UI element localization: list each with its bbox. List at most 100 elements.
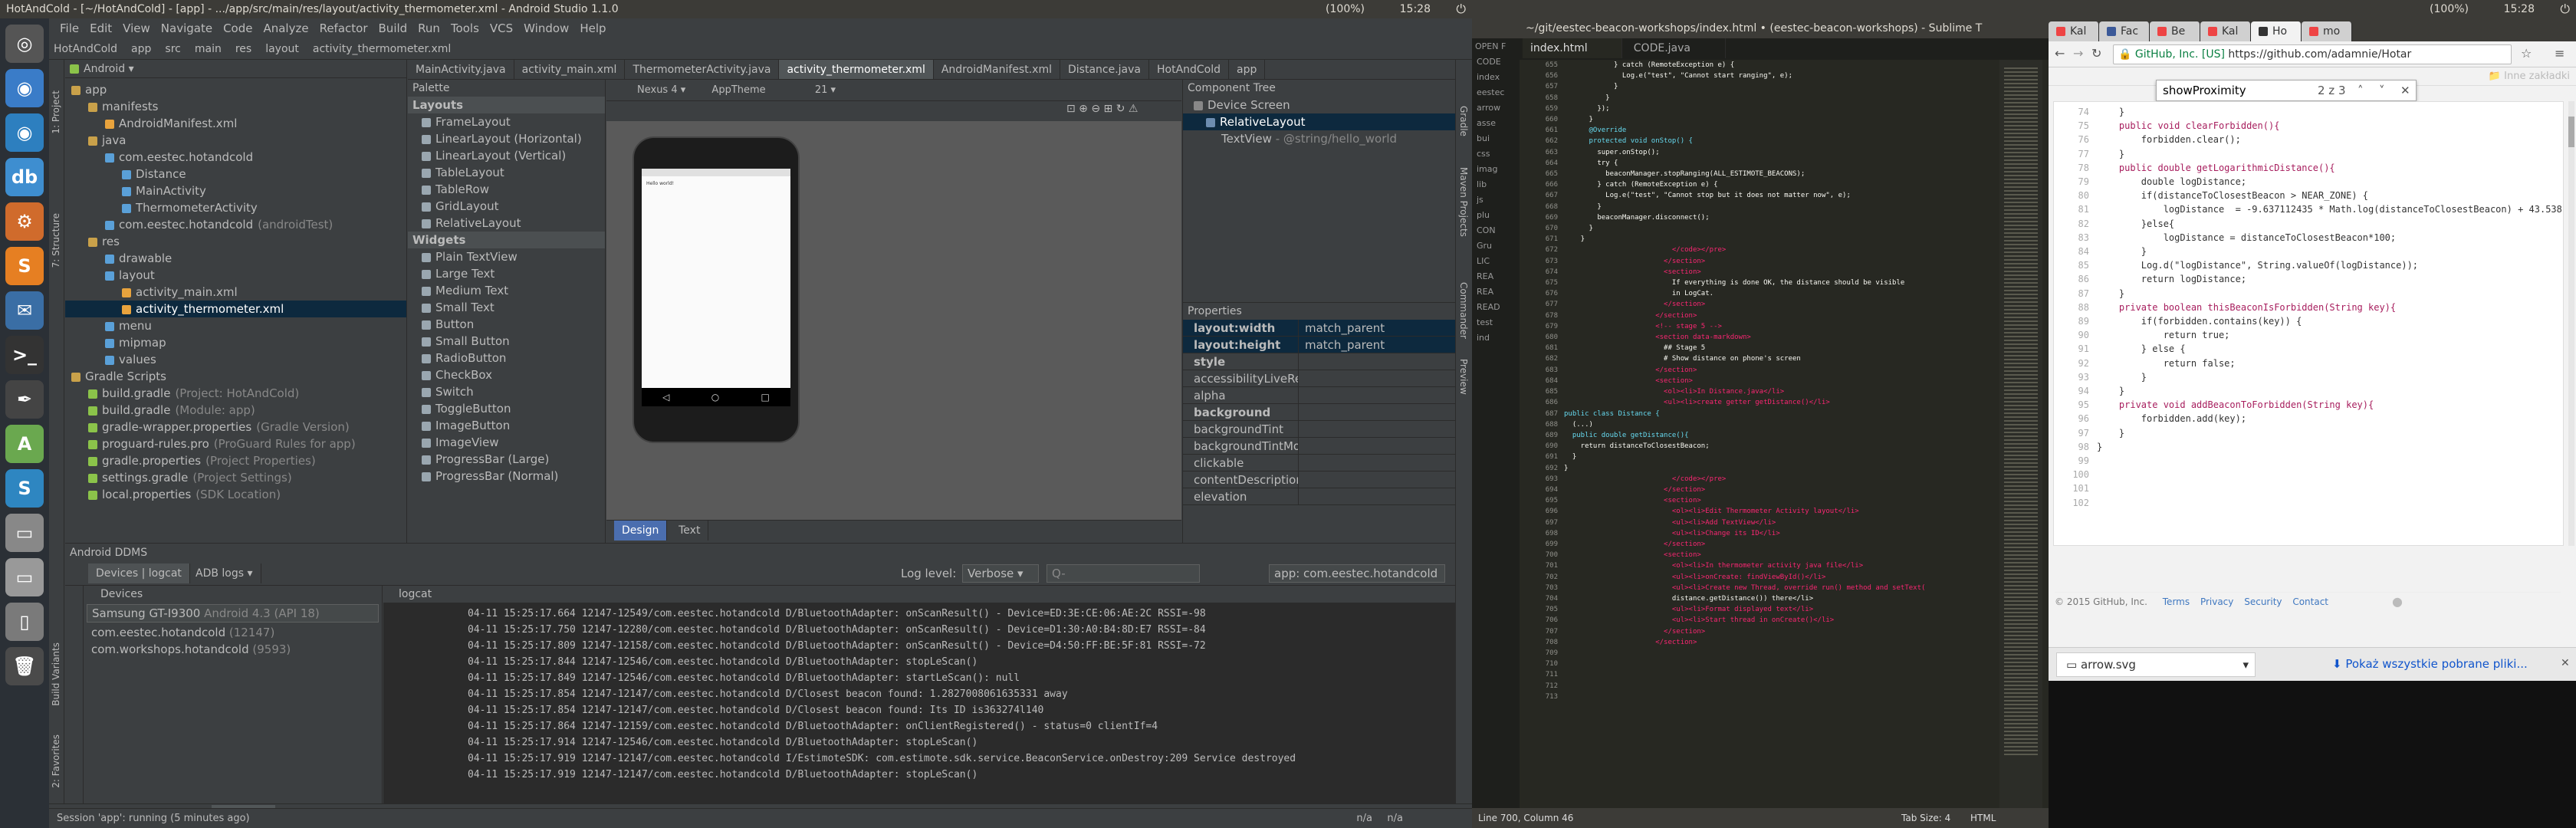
menu-item-analyze[interactable]: Analyze: [263, 21, 308, 35]
android-studio-icon[interactable]: A: [5, 425, 44, 463]
sidebar-file[interactable]: lib: [1477, 177, 1520, 192]
tree-item[interactable]: com.eestec.hotandcold: [65, 149, 406, 166]
palette-item[interactable]: Large Text: [408, 265, 605, 282]
skype-icon[interactable]: S: [5, 469, 44, 508]
log-level-select[interactable]: Verbose ▾: [962, 564, 1039, 583]
tree-item[interactable]: layout: [65, 267, 406, 284]
breadcrumb-item[interactable]: res: [235, 43, 251, 55]
property-value[interactable]: [1298, 488, 1455, 504]
tree-item[interactable]: app: [65, 81, 406, 98]
palette-item[interactable]: ImageView: [408, 434, 605, 451]
palette-item[interactable]: GridLayout: [408, 198, 605, 215]
sidebar-file[interactable]: imag: [1477, 162, 1520, 177]
menu-item-navigate[interactable]: Navigate: [161, 21, 212, 35]
property-value[interactable]: match_parent: [1298, 320, 1455, 336]
minimap[interactable]: [1999, 60, 2042, 808]
palette-item[interactable]: CheckBox: [408, 366, 605, 383]
menu-item-run[interactable]: Run: [418, 21, 440, 35]
browser-tab[interactable]: mo: [2302, 21, 2352, 41]
drive-icon-2[interactable]: ▭: [5, 558, 44, 596]
breadcrumb-item[interactable]: layout: [265, 43, 299, 55]
find-close-icon[interactable]: ✕: [2400, 80, 2410, 100]
tree-item[interactable]: Gradle Scripts: [65, 368, 406, 385]
show-all-downloads-link[interactable]: ⬇ Pokaż wszystkie pobrane pliki...: [2332, 657, 2528, 671]
tree-item[interactable]: gradle.properties (Project Properties): [65, 452, 406, 469]
thunderbird-icon[interactable]: ✉: [5, 291, 44, 330]
palette-item[interactable]: ImageButton: [408, 417, 605, 434]
find-prev-icon[interactable]: ˄: [2358, 80, 2364, 100]
editor-tab[interactable]: activity_thermometer.xml: [779, 60, 934, 79]
property-row[interactable]: backgroundTintMo: [1183, 438, 1455, 455]
tree-item[interactable]: activity_thermometer.xml: [65, 301, 406, 317]
editor-tab[interactable]: HotAndCold: [1149, 60, 1230, 79]
menu-item-tools[interactable]: Tools: [451, 21, 479, 35]
find-input[interactable]: showProximity: [2163, 84, 2246, 97]
tree-item[interactable]: local.properties (SDK Location): [65, 486, 406, 503]
menu-item-vcs[interactable]: VCS: [490, 21, 513, 35]
download-menu-icon[interactable]: ▾: [2242, 653, 2249, 676]
sidebar-file[interactable]: asse: [1477, 116, 1520, 131]
sidebar-file[interactable]: REA: [1477, 284, 1520, 300]
phone-device-icon[interactable]: ▯: [5, 603, 44, 641]
device-selector[interactable]: Nexus 4 ▾: [637, 84, 685, 96]
commander-side-tab[interactable]: Commander: [1458, 282, 1469, 339]
menu-item-edit[interactable]: Edit: [90, 21, 112, 35]
palette-item[interactable]: ProgressBar (Large): [408, 451, 605, 468]
editor-tab[interactable]: Distance.java: [1060, 60, 1149, 79]
sidebar-file[interactable]: css: [1477, 146, 1520, 162]
tab-code-java[interactable]: CODE.java: [1626, 38, 1726, 58]
palette-item[interactable]: LinearLayout (Vertical): [408, 147, 605, 164]
tree-item[interactable]: activity_main.xml: [65, 284, 406, 301]
breadcrumb-item[interactable]: app: [131, 43, 151, 55]
menu-item-window[interactable]: Window: [524, 21, 569, 35]
tree-item[interactable]: proguard-rules.pro (ProGuard Rules for ap…: [65, 435, 406, 452]
address-bar[interactable]: 🔒 GitHub, Inc. [US] https://github.com/a…: [2113, 44, 2512, 64]
forward-icon[interactable]: →: [2073, 46, 2083, 61]
browser-tab[interactable]: Fac: [2099, 21, 2150, 41]
property-row[interactable]: contentDescriptior: [1183, 472, 1455, 488]
footer-terms-link[interactable]: Terms: [2163, 596, 2190, 607]
menu-item-help[interactable]: Help: [580, 21, 606, 35]
devices-logcat-tab[interactable]: Devices | logcat: [88, 564, 190, 583]
palette-group[interactable]: Widgets: [408, 232, 605, 248]
palette-item[interactable]: ProgressBar (Normal): [408, 468, 605, 485]
power-icon[interactable]: ⏻: [1456, 0, 1466, 18]
text-tab[interactable]: Text: [671, 521, 709, 540]
browser-tab[interactable]: Kal: [2200, 21, 2251, 41]
tree-item[interactable]: com.eestec.hotandcold (androidTest): [65, 216, 406, 233]
sidebar-file[interactable]: arrow: [1477, 100, 1520, 116]
breadcrumb-item[interactable]: main: [195, 43, 222, 55]
tree-item[interactable]: MainActivity: [65, 182, 406, 199]
code-editor[interactable]: } catch (RemoteException e) { Log.e("tes…: [1564, 60, 1993, 808]
property-row[interactable]: accessibilityLiveReg: [1183, 370, 1455, 387]
sublime-icon[interactable]: S: [5, 247, 44, 285]
palette-item[interactable]: ToggleButton: [408, 400, 605, 417]
sidebar-file[interactable]: Gru: [1477, 238, 1520, 254]
palette-item[interactable]: Switch: [408, 383, 605, 400]
terminal-icon[interactable]: >_: [5, 336, 44, 374]
property-value[interactable]: [1298, 472, 1455, 488]
zoom-icons[interactable]: ⊡ ⊕ ⊖ ⊞ ↻ ⚠: [1066, 103, 1138, 115]
menu-item-view[interactable]: View: [123, 21, 150, 35]
property-row[interactable]: background: [1183, 404, 1455, 421]
menu-icon[interactable]: ≡: [2555, 46, 2564, 61]
gradle-side-tab[interactable]: Gradle: [1458, 106, 1469, 136]
browser-tab[interactable]: Ho: [2251, 21, 2302, 41]
tree-item[interactable]: settings.gradle (Project Settings): [65, 469, 406, 486]
star-icon[interactable]: ☆: [2521, 46, 2532, 61]
sidebar-file[interactable]: CODE: [1477, 54, 1520, 70]
relativelayout-node[interactable]: RelativeLayout: [1183, 113, 1455, 130]
palette-item[interactable]: Button: [408, 316, 605, 333]
editor-tab[interactable]: activity_main.xml: [514, 60, 626, 79]
sidebar-file[interactable]: LIC: [1477, 254, 1520, 269]
menu-item-build[interactable]: Build: [379, 21, 408, 35]
sidebar-file[interactable]: index: [1477, 70, 1520, 85]
device-screen-node[interactable]: Device Screen: [1183, 97, 1455, 113]
property-row[interactable]: backgroundTint: [1183, 421, 1455, 438]
property-value[interactable]: match_parent: [1298, 337, 1455, 353]
tree-item[interactable]: AndroidManifest.xml: [65, 115, 406, 132]
editor-tab[interactable]: app: [1229, 60, 1266, 79]
property-value[interactable]: [1298, 421, 1455, 437]
property-row[interactable]: layout:height match_parent: [1183, 337, 1455, 353]
menu-item-refactor[interactable]: Refactor: [320, 21, 368, 35]
